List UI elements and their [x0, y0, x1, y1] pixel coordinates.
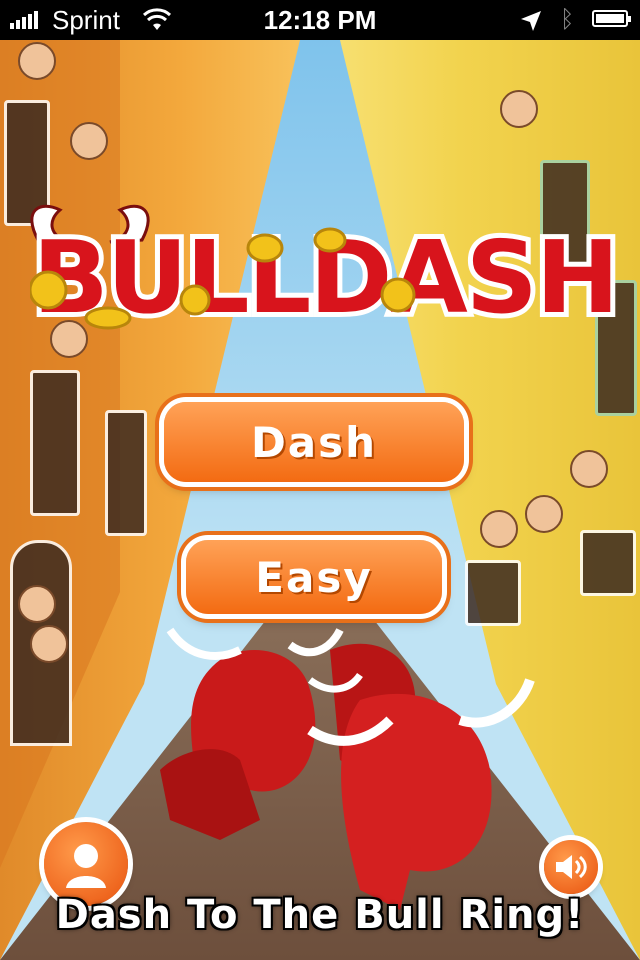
- sound-toggle-button[interactable]: [544, 840, 598, 894]
- coin-icon: [179, 284, 211, 316]
- person-silhouette-icon: [66, 844, 106, 888]
- speaker-icon: [556, 855, 587, 879]
- battery-icon: [592, 10, 631, 27]
- dash-button[interactable]: Dash: [164, 402, 464, 482]
- coin-icon: [246, 233, 284, 263]
- coin-icon: [30, 270, 68, 310]
- bulldash-logo: BULLDASH: [30, 204, 620, 340]
- bluetooth-icon: ᛒ: [560, 6, 575, 33]
- spectator-illustration: [30, 625, 68, 663]
- coin-icon: [313, 227, 347, 253]
- spectator-illustration: [570, 450, 608, 488]
- window-decor: [30, 370, 80, 516]
- spectator-illustration: [525, 495, 563, 533]
- status-bar: Sprint 12:18 PM ᛒ: [0, 0, 640, 40]
- coin-icon: [380, 277, 416, 313]
- window-decor: [465, 560, 521, 626]
- running-bulls-illustration: [160, 627, 535, 910]
- coin-icon: [84, 306, 132, 330]
- window-decor: [580, 530, 636, 596]
- game-scene: BULLDASH Dash Easy Dash To The Bull Ring…: [0, 40, 640, 960]
- spectator-illustration: [70, 122, 108, 160]
- spectator-illustration: [18, 42, 56, 80]
- window-decor: [105, 410, 147, 536]
- spectator-illustration: [18, 585, 56, 623]
- location-arrow-icon: [520, 8, 542, 39]
- clock: 12:18 PM: [263, 5, 377, 35]
- spectator-illustration: [500, 90, 538, 128]
- tagline-text: Dash To The Bull Ring!: [55, 892, 585, 938]
- spectator-illustration: [480, 510, 518, 548]
- easy-button[interactable]: Easy: [186, 540, 442, 614]
